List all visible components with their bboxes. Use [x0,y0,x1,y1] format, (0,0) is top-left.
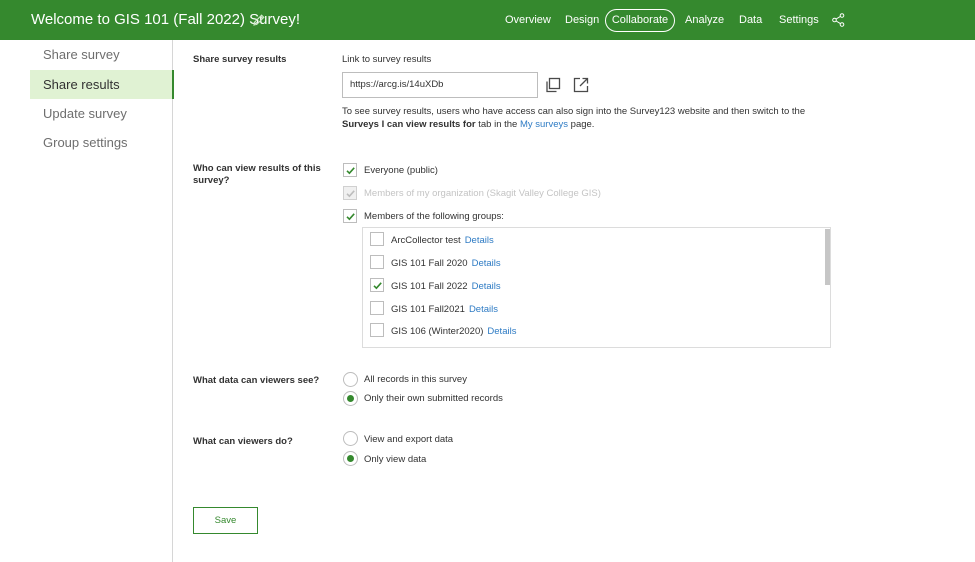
view-export-label: View and export data [364,434,454,445]
group-checkbox-gis101-fall2021[interactable] [370,301,384,315]
group-checkbox-gis106-winter2020[interactable] [370,323,384,337]
sidebar-item-share-survey[interactable]: Share survey [30,40,173,69]
group-row: GIS 101 Fall 2022 Details [391,281,501,292]
tab-overview[interactable]: Overview [505,14,551,26]
view-export-radio[interactable] [343,431,358,446]
sidebar-item-group-settings[interactable]: Group settings [30,128,173,157]
link-field-label: Link to survey results [342,54,432,65]
group-row: GIS 101 Fall 2020 Details [391,258,501,269]
groups-scrollbar[interactable] [825,229,830,285]
sidebar: Share survey Share results Update survey… [0,40,174,562]
copy-icon[interactable] [545,77,561,93]
sidebar-item-update-survey[interactable]: Update survey [30,99,173,128]
all-records-label: All records in this survey [364,374,467,385]
checkmark-icon [346,190,355,198]
group-details-link[interactable]: Details [469,304,498,315]
my-surveys-link[interactable]: My surveys [520,119,568,130]
groups-label: Members of the following groups: [364,211,504,222]
sidebar-item-share-results[interactable]: Share results [30,70,174,99]
group-details-link[interactable]: Details [472,281,501,292]
tab-analyze[interactable]: Analyze [685,14,724,26]
share-results-label: Share survey results [193,54,287,65]
group-details-link[interactable]: Details [487,326,516,337]
who-can-view-label: Who can view results of this survey? [193,163,321,186]
everyone-label: Everyone (public) [364,165,438,176]
checkmark-icon [346,213,355,221]
pencil-icon[interactable] [252,13,266,27]
group-details-link[interactable]: Details [472,258,501,269]
radio-selected-dot [347,455,354,462]
what-do-label: What can viewers do? [193,436,293,447]
own-records-radio[interactable] [343,391,358,406]
organization-checkbox [343,186,357,200]
what-data-label: What data can viewers see? [193,375,320,386]
group-row: GIS 101 Fall2021 Details [391,304,498,315]
everyone-checkbox[interactable] [343,163,357,177]
group-row: ArcCollector test Details [391,235,494,246]
app-header: Welcome to GIS 101 (Fall 2022) Survey! O… [0,0,975,40]
save-button[interactable]: Save [193,507,258,534]
only-view-radio[interactable] [343,451,358,466]
organization-label: Members of my organization (Skagit Valle… [364,188,601,199]
checkmark-icon [373,282,382,290]
tab-data[interactable]: Data [739,14,762,26]
own-records-label: Only their own submitted records [364,393,503,404]
group-checkbox-arccollector-test[interactable] [370,232,384,246]
group-checkbox-gis101-fall2020[interactable] [370,255,384,269]
open-link-icon[interactable] [573,77,589,93]
group-checkbox-gis101-fall2022[interactable] [370,278,384,292]
all-records-radio[interactable] [343,372,358,387]
share-icon[interactable] [832,13,845,27]
tab-collaborate[interactable]: Collaborate [605,9,675,32]
group-row: GIS 106 (Winter2020) Details [391,326,517,337]
tab-design[interactable]: Design [565,14,599,26]
radio-selected-dot [347,395,354,402]
tab-settings[interactable]: Settings [779,14,819,26]
results-help-text: To see survey results, users who have ac… [342,106,806,130]
group-details-link[interactable]: Details [465,235,494,246]
only-view-label: Only view data [364,454,427,465]
checkmark-icon [346,167,355,175]
results-link-field[interactable]: https://arcg.is/14uXDb [342,72,538,98]
groups-checkbox[interactable] [343,209,357,223]
